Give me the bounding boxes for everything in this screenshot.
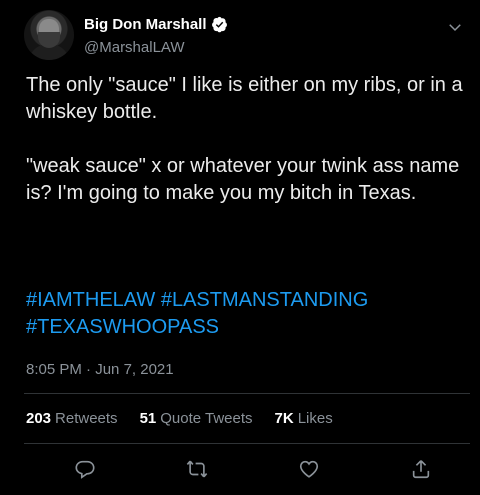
action-bar [24, 452, 470, 486]
reply-button[interactable] [72, 456, 98, 482]
quote-tweets-count: 51 [139, 410, 157, 427]
divider [24, 393, 470, 394]
quote-tweets-label: Quote Tweets [160, 410, 253, 427]
retweets-count: 203 [26, 410, 52, 427]
reply-icon [75, 460, 95, 479]
tweet-hashtags: #IAMTHELAW #LASTMANSTANDING #TEXASWHOOPA… [26, 287, 466, 341]
likes-count: 7K [274, 410, 294, 427]
hashtag-link[interactable]: #IAMTHELAW [26, 289, 155, 311]
hashtag-link[interactable]: #LASTMANSTANDING [161, 289, 368, 311]
verified-badge-icon [211, 16, 227, 33]
likes-stat[interactable]: 7K Likes [275, 410, 333, 427]
quote-tweets-stat[interactable]: 51 Quote Tweets [140, 410, 253, 427]
retweet-button[interactable] [184, 456, 210, 482]
retweets-stat[interactable]: 203 Retweets [26, 410, 118, 427]
timestamp-separator: · [86, 361, 92, 378]
avatar[interactable] [24, 10, 74, 60]
author-handle[interactable]: @MarshalLAW [84, 39, 185, 56]
retweet-icon [186, 460, 208, 478]
tweet-header: Big Don Marshall @MarshalLAW [24, 10, 470, 60]
tweet-time: 8:05 PM [26, 361, 82, 378]
author-display-name[interactable]: Big Don Marshall [84, 16, 207, 33]
likes-label: Likes [297, 410, 333, 427]
tweet-timestamp[interactable]: 8:05 PM · Jun 7, 2021 [26, 361, 174, 378]
tweet-text: The only "sauce" I like is either on my … [26, 74, 463, 204]
hashtag-link[interactable]: #TEXASWHOOPASS [26, 316, 219, 338]
like-button[interactable] [296, 456, 322, 482]
chevron-down-icon[interactable] [446, 18, 464, 36]
engagement-stats: 203 Retweets 51 Quote Tweets 7K Likes [26, 410, 333, 427]
share-button[interactable] [408, 456, 434, 482]
tweet-date: Jun 7, 2021 [95, 361, 174, 378]
heart-icon [299, 460, 319, 478]
retweets-label: Retweets [55, 410, 118, 427]
share-icon [412, 460, 430, 479]
divider [24, 443, 470, 444]
author-name-row[interactable]: Big Don Marshall [84, 16, 228, 33]
